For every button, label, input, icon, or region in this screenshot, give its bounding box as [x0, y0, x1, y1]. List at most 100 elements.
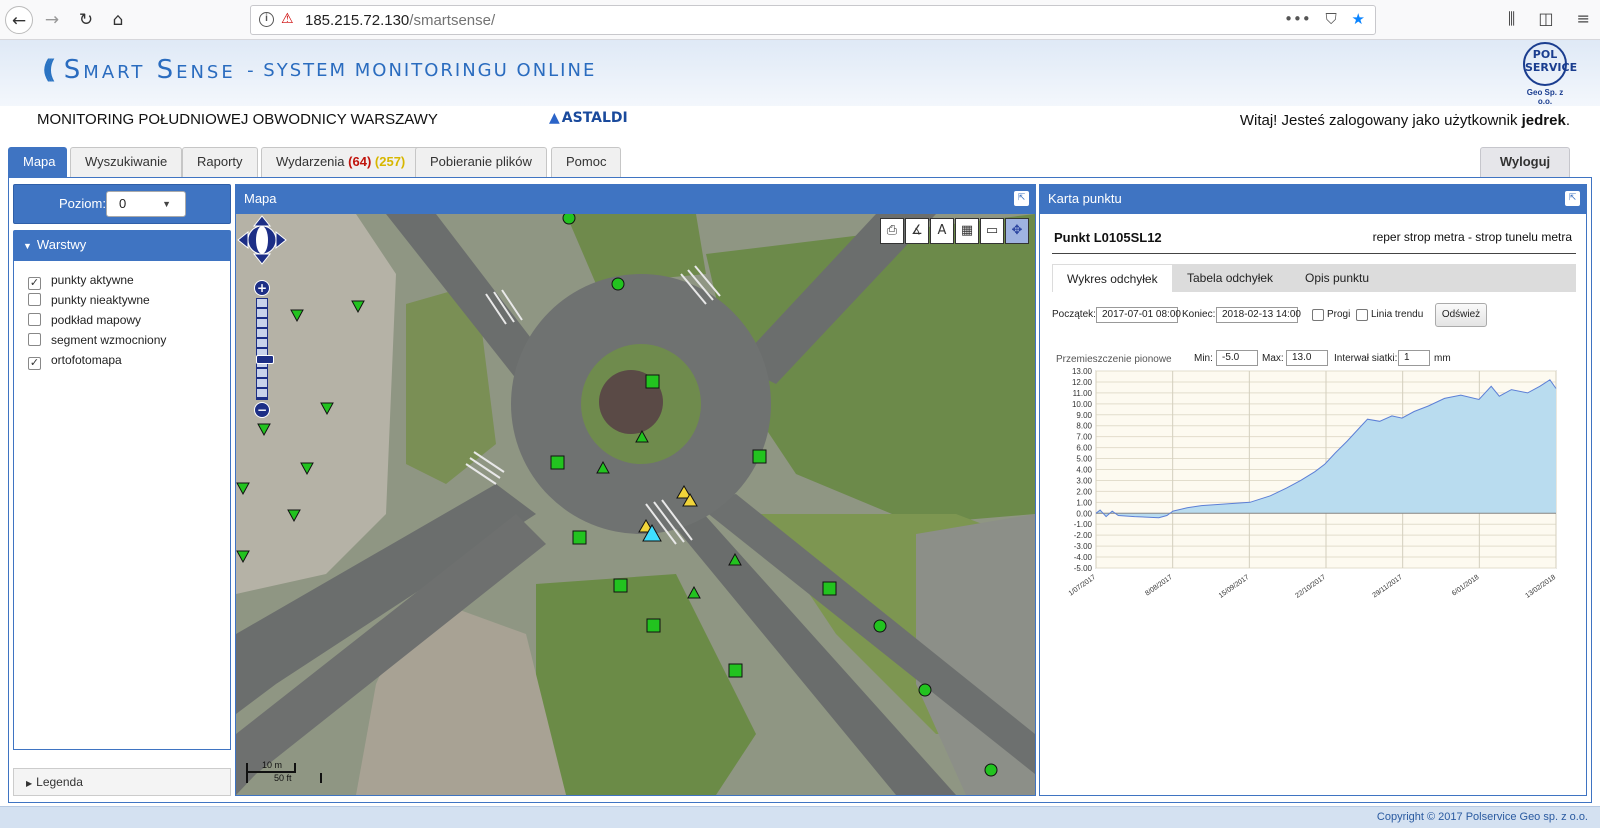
legend-toggle[interactable]: ▶ Legenda: [13, 768, 231, 796]
zoom-in-icon[interactable]: +: [254, 280, 270, 296]
home-icon[interactable]: ⌂: [104, 6, 132, 34]
min-input[interactable]: -5.0: [1216, 350, 1258, 366]
library-icon[interactable]: ⫼: [1508, 9, 1515, 28]
reload-icon[interactable]: ↻: [72, 6, 100, 34]
address-bar[interactable]: i ⚠ 185.215.72.130/smartsense/ ••• ⛉ ★: [250, 5, 1376, 35]
tab-events[interactable]: Wydarzenia (64) (257): [261, 147, 421, 177]
sensor-marker[interactable]: [572, 530, 587, 545]
sensor-marker[interactable]: [822, 581, 837, 596]
zoom-slider[interactable]: [256, 298, 274, 400]
pan-right-icon[interactable]: [275, 230, 287, 250]
level-label: Poziom:: [59, 196, 106, 211]
tab-downloads[interactable]: Pobieranie plików: [415, 147, 547, 177]
sensor-marker[interactable]: [645, 374, 660, 389]
layer-checkbox-inactive-points[interactable]: [28, 293, 41, 306]
layers-list: ✓ punkty aktywne punkty nieaktywne podkła…: [13, 260, 231, 750]
trend-line-checkbox[interactable]: [1356, 309, 1368, 321]
end-date-input[interactable]: 2018-02-13 14:00: [1216, 307, 1301, 323]
tab-events-label: Wydarzenia: [276, 154, 345, 169]
layer-checkbox-active-points[interactable]: ✓: [28, 277, 41, 290]
pan-down-icon[interactable]: [252, 253, 272, 265]
y-tick-label: 8.00: [1076, 422, 1092, 431]
layer-item-inactive-points[interactable]: punkty nieaktywne: [14, 291, 230, 311]
y-tick-label: 0.00: [1076, 509, 1092, 518]
url-text[interactable]: 185.215.72.130/smartsense/: [305, 12, 495, 29]
sensor-marker[interactable]: [728, 663, 743, 678]
logout-button[interactable]: Wyloguj: [1480, 147, 1570, 177]
pocket-icon[interactable]: ⛉: [1326, 10, 1337, 28]
sensor-marker[interactable]: [562, 214, 576, 225]
max-input[interactable]: 13.0: [1286, 350, 1328, 366]
level-select[interactable]: 0 ▼: [106, 191, 186, 217]
sensor-marker[interactable]: [613, 578, 628, 593]
zoom-slider-handle[interactable]: [256, 355, 274, 364]
y-tick-label: 4.00: [1076, 466, 1092, 475]
ruler-icon[interactable]: ▭: [980, 218, 1004, 244]
point-card-panel: Karta punktu ⇱ Punkt L0105SL12 reper stro…: [1039, 184, 1587, 796]
sensor-marker[interactable]: [984, 763, 998, 777]
astaldi-logo-mark-icon: ▲: [549, 110, 560, 126]
pan-control[interactable]: [236, 214, 288, 266]
smart-sense-logo[interactable]: ((( Smart Sense - SYSTEM MONITORINGU ONL…: [42, 55, 596, 85]
y-tick-label: 11.00: [1073, 389, 1093, 398]
level-select-value: 0: [119, 196, 127, 211]
layer-label: segment wzmocniony: [51, 333, 167, 347]
tab-map[interactable]: Mapa: [8, 147, 67, 177]
layers-header[interactable]: ▼ Warstwy: [13, 230, 231, 260]
chart-plot[interactable]: 13.00 12.00 11.00 10.00 9.00 8.00 7.00 6.00 5.00…: [1052, 368, 1582, 620]
pan-tool-icon[interactable]: ✥: [1005, 218, 1029, 244]
more-actions-icon[interactable]: •••: [1284, 10, 1311, 28]
popout-icon[interactable]: ⇱: [1565, 191, 1580, 206]
logo-subtitle: - SYSTEM MONITORINGU ONLINE: [247, 59, 597, 81]
layer-checkbox-orthophoto[interactable]: ✓: [28, 357, 41, 370]
layer-item-base-map[interactable]: podkład mapowy: [14, 311, 230, 331]
layer-item-active-points[interactable]: ✓ punkty aktywne: [14, 271, 230, 291]
layer-item-orthophoto[interactable]: ✓ ortofotomapa: [14, 351, 230, 371]
hamburger-menu-icon[interactable]: ≡: [1577, 9, 1590, 28]
grid-interval-input[interactable]: 1: [1398, 350, 1430, 366]
polservice-logo-subline: Geo Sp. z o.o.: [1526, 88, 1564, 106]
sensor-marker[interactable]: [646, 618, 661, 633]
tab-point-description[interactable]: Opis punktu: [1291, 264, 1383, 292]
y-tick-label: 12.00: [1072, 378, 1093, 387]
tab-deviation-chart[interactable]: Wykres odchyłek: [1052, 264, 1173, 292]
thresholds-label: Progi: [1327, 309, 1351, 320]
tab-search[interactable]: Wyszukiwanie: [70, 147, 183, 177]
sensor-marker[interactable]: [550, 455, 565, 470]
sensor-marker[interactable]: [752, 449, 767, 464]
sensor-marker[interactable]: [873, 619, 887, 633]
tab-deviation-table[interactable]: Tabela odchyłek: [1173, 264, 1287, 292]
unit-label: mm: [1434, 353, 1451, 364]
insecure-lock-icon[interactable]: ⚠: [281, 11, 294, 27]
bookmark-star-icon[interactable]: ★: [1352, 10, 1365, 28]
y-tick-label: -4.00: [1074, 553, 1093, 562]
map-canvas[interactable]: ⎙ ∡ A ▦ ▭ ✥ + − 10 m 50 ft: [236, 214, 1035, 795]
polservice-logo: POL SERVICE Geo Sp. z o.o.: [1520, 42, 1577, 106]
tab-reports[interactable]: Raporty: [182, 147, 258, 177]
pan-up-icon[interactable]: [252, 215, 272, 227]
orthophoto-map[interactable]: [236, 214, 1035, 795]
select-area-icon[interactable]: ▦: [955, 218, 979, 244]
zoom-out-icon[interactable]: −: [254, 402, 270, 418]
layer-checkbox-reinforced-segment[interactable]: [28, 333, 41, 346]
pan-left-icon[interactable]: [237, 230, 249, 250]
print-icon[interactable]: ⎙: [880, 218, 904, 244]
layer-label: punkty aktywne: [51, 273, 134, 287]
start-date-input[interactable]: 2017-07-01 08:00: [1096, 307, 1181, 323]
site-info-icon[interactable]: i: [259, 12, 274, 27]
measure-angle-icon[interactable]: ∡: [905, 218, 929, 244]
layer-item-reinforced-segment[interactable]: segment wzmocniony: [14, 331, 230, 351]
popout-icon[interactable]: ⇱: [1014, 191, 1029, 206]
scale-imperial-label: 50 ft: [274, 773, 292, 783]
sensor-marker[interactable]: [611, 277, 625, 291]
refresh-button[interactable]: Odśwież: [1435, 303, 1487, 327]
sidebar-icon[interactable]: ◫: [1538, 9, 1553, 28]
forward-arrow-icon[interactable]: →: [38, 6, 66, 34]
x-tick-label: 6/01/2018: [1451, 574, 1481, 598]
tab-help[interactable]: Pomoc: [551, 147, 622, 177]
sensor-marker[interactable]: [918, 683, 932, 697]
thresholds-checkbox[interactable]: [1312, 309, 1324, 321]
back-arrow-icon[interactable]: ←: [5, 6, 33, 34]
layer-checkbox-base-map[interactable]: [28, 313, 41, 326]
add-label-icon[interactable]: A: [930, 218, 954, 244]
